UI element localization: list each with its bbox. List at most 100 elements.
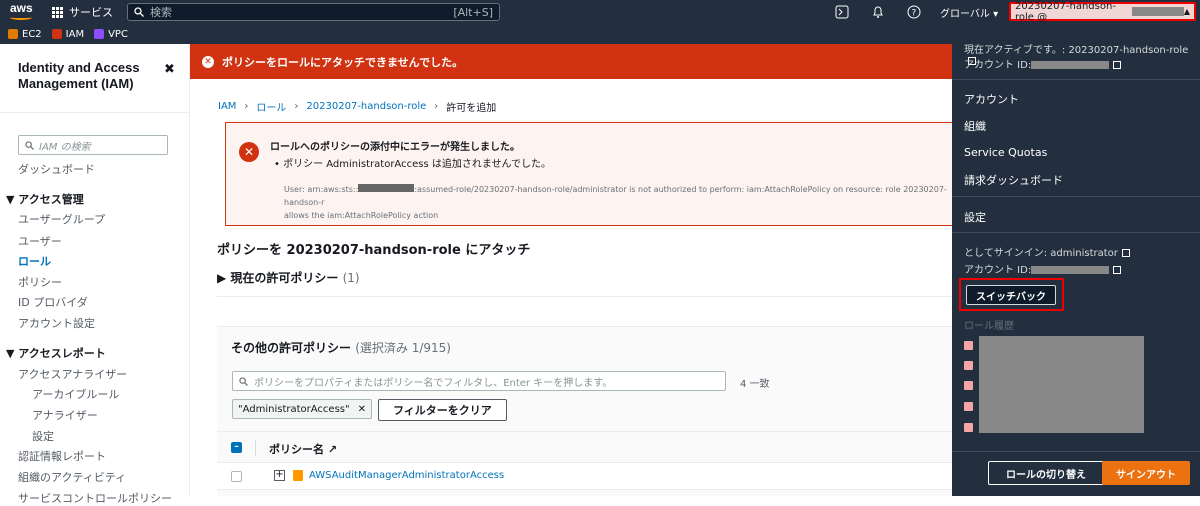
- row-checkbox[interactable]: [231, 471, 242, 482]
- role-history-item[interactable]: [964, 381, 973, 390]
- role-history-item[interactable]: [964, 402, 973, 411]
- close-icon[interactable]: ✖: [164, 62, 175, 77]
- sidebar-search-input[interactable]: IAM の検索: [18, 135, 168, 155]
- role-history-label: ロール履歴: [964, 321, 1014, 332]
- sidebar-item-account-settings[interactable]: アカウント設定: [18, 315, 95, 331]
- redacted-block: [358, 184, 415, 192]
- search-input[interactable]: 検索 [Alt+S]: [127, 3, 500, 21]
- copy-icon[interactable]: [1113, 266, 1122, 274]
- svg-text:?: ?: [912, 9, 917, 19]
- error-icon: ✕: [202, 55, 214, 68]
- sidebar-section-access-reports[interactable]: ▼ アクセスレポート: [6, 345, 106, 361]
- account-id-label: アカウント ID:: [964, 56, 1122, 71]
- policy-name-link[interactable]: AWSAuditManagerAdministratorAccess: [309, 470, 504, 481]
- sidebar-item-policies[interactable]: ポリシー: [18, 274, 62, 290]
- filter-token: "AdministratorAccess" ✕: [232, 399, 372, 419]
- sidebar-item-dashboard[interactable]: ダッシュボード: [18, 161, 95, 177]
- caret-up-icon: ▲: [1183, 7, 1190, 16]
- copy-icon[interactable]: [1121, 249, 1130, 257]
- select-all-checkbox[interactable]: –: [231, 442, 242, 453]
- sidebar-item-analyzer-settings[interactable]: 設定: [32, 428, 54, 444]
- redacted-block: [1031, 61, 1110, 69]
- favorite-ec2[interactable]: EC2: [8, 29, 42, 40]
- search-icon: [25, 140, 34, 150]
- role-history-item[interactable]: [964, 423, 973, 432]
- bell-icon[interactable]: [871, 5, 885, 19]
- role-history-item[interactable]: [964, 341, 973, 350]
- breadcrumb-roles[interactable]: ロール: [256, 99, 286, 114]
- services-menu-button[interactable]: サービス: [52, 4, 113, 20]
- chevron-right-icon: ›: [244, 101, 249, 112]
- sidebar-title: Identity and Access Management (IAM): [18, 60, 140, 91]
- error-detail: User: arn:aws:sts:::assumed-role/2023020…: [284, 184, 947, 220]
- policy-filter-input[interactable]: ポリシーをプロパティまたはポリシー名でフィルタし、Enter キーを押します。: [232, 371, 726, 391]
- menu-settings[interactable]: 設定: [964, 209, 986, 225]
- grid-icon: [52, 6, 63, 18]
- switch-back-button[interactable]: スイッチバック: [966, 285, 1056, 305]
- breadcrumb-role[interactable]: 20230207-handson-role: [306, 101, 426, 112]
- chevron-right-icon: ›: [434, 101, 439, 112]
- switch-role-button[interactable]: ロールの切り替え: [988, 461, 1104, 485]
- redacted-block: [1131, 7, 1184, 16]
- sidebar-item-archive-rules[interactable]: アーカイブルール: [32, 386, 119, 402]
- table-header: – ポリシー名 ↗: [217, 431, 952, 463]
- expand-icon[interactable]: +: [274, 470, 285, 481]
- clear-filters-button[interactable]: フィルターをクリア: [378, 399, 507, 421]
- breadcrumb-iam[interactable]: IAM: [218, 101, 236, 112]
- copy-icon[interactable]: [1113, 61, 1122, 69]
- cloudshell-icon[interactable]: [835, 5, 849, 19]
- search-icon: [239, 376, 248, 386]
- sidebar-item-scp[interactable]: サービスコントロールポリシー: [18, 490, 172, 506]
- menu-account[interactable]: アカウント: [964, 91, 1019, 107]
- ec2-icon: [8, 29, 18, 39]
- aws-managed-policy-icon: [293, 470, 303, 481]
- match-count: 4 一致: [740, 379, 770, 390]
- sidebar-item-roles[interactable]: ロール: [18, 253, 51, 269]
- current-policies-toggle[interactable]: ▶ 現在の許可ポリシー (1): [217, 269, 360, 286]
- other-policies-panel: その他の許可ポリシー (選択済み 1/915) ポリシーをプロパティまたはポリシ…: [217, 326, 952, 496]
- sidebar-item-org-activity[interactable]: 組織のアクティビティ: [18, 469, 126, 485]
- panel-heading: その他の許可ポリシー (選択済み 1/915): [231, 341, 451, 355]
- chevron-right-icon: ›: [294, 101, 299, 112]
- sidebar-item-id-providers[interactable]: ID プロバイダ: [18, 294, 88, 310]
- sidebar-item-analyzers[interactable]: アナライザー: [32, 407, 98, 423]
- switch-back-highlight: スイッチバック: [959, 278, 1064, 311]
- sidebar-item-credential-report[interactable]: 認証情報レポート: [18, 448, 106, 464]
- top-nav: aws サービス 検索 [Alt+S] ? グローバル ▾ 20230207-h…: [0, 0, 1200, 24]
- sidebar-item-users[interactable]: ユーザー: [18, 233, 62, 249]
- role-history-item[interactable]: [964, 361, 973, 370]
- vpc-icon: [94, 29, 105, 39]
- sidebar-section-access-management[interactable]: ▼ アクセス管理: [6, 191, 84, 207]
- account-dropdown: 現在アクティブです。: 20230207-handson-role アカウント …: [952, 24, 1200, 496]
- column-policy-name[interactable]: ポリシー名 ↗: [269, 441, 337, 457]
- signed-in-label: としてサインイン: administrator: [964, 244, 1130, 259]
- account-menu-button[interactable]: 20230207-handson-role @ ▲: [1009, 1, 1196, 23]
- close-icon[interactable]: ✕: [358, 404, 366, 415]
- table-row: + AWSAuditManagerAdministratorAccess: [217, 463, 952, 490]
- redacted-block: [1031, 266, 1110, 274]
- menu-billing-dashboard[interactable]: 請求ダッシュボード: [964, 172, 1063, 188]
- favorite-iam[interactable]: IAM: [51, 29, 84, 40]
- breadcrumb: IAM › ロール › 20230207-handson-role › 許可を追…: [218, 99, 496, 114]
- page-title: ポリシーを 20230207-handson-role にアタッチ: [217, 243, 531, 258]
- redacted-block: [979, 336, 1144, 433]
- external-link-icon: ↗: [327, 443, 338, 456]
- breadcrumb-current: 許可を追加: [446, 103, 497, 114]
- main-content: ✕ ポリシーをロールにアタッチできませんでした。 IAM › ロール › 202…: [190, 44, 955, 496]
- help-icon[interactable]: ?: [907, 5, 921, 19]
- sidebar-item-access-analyzer[interactable]: アクセスアナライザー: [18, 366, 127, 382]
- account-id-label-2: アカウント ID:: [964, 261, 1122, 276]
- error-banner: ✕ ポリシーをロールにアタッチできませんでした。: [190, 44, 952, 79]
- region-selector[interactable]: グローバル ▾: [940, 5, 998, 20]
- search-icon: [134, 7, 144, 17]
- iam-icon: [51, 29, 62, 39]
- error-icon: ✕: [239, 142, 259, 162]
- menu-service-quotas[interactable]: Service Quotas: [964, 146, 1047, 159]
- menu-organization[interactable]: 組織: [964, 118, 986, 134]
- favorite-vpc[interactable]: VPC: [94, 29, 128, 40]
- error-heading: ロールへのポリシーの添付中にエラーが発生しました。: [270, 142, 520, 153]
- sidebar: Identity and Access Management (IAM) ✖ I…: [0, 44, 190, 505]
- sign-out-button[interactable]: サインアウト: [1102, 461, 1190, 485]
- sidebar-item-user-groups[interactable]: ユーザーグループ: [18, 211, 105, 227]
- aws-logo[interactable]: aws: [8, 2, 42, 22]
